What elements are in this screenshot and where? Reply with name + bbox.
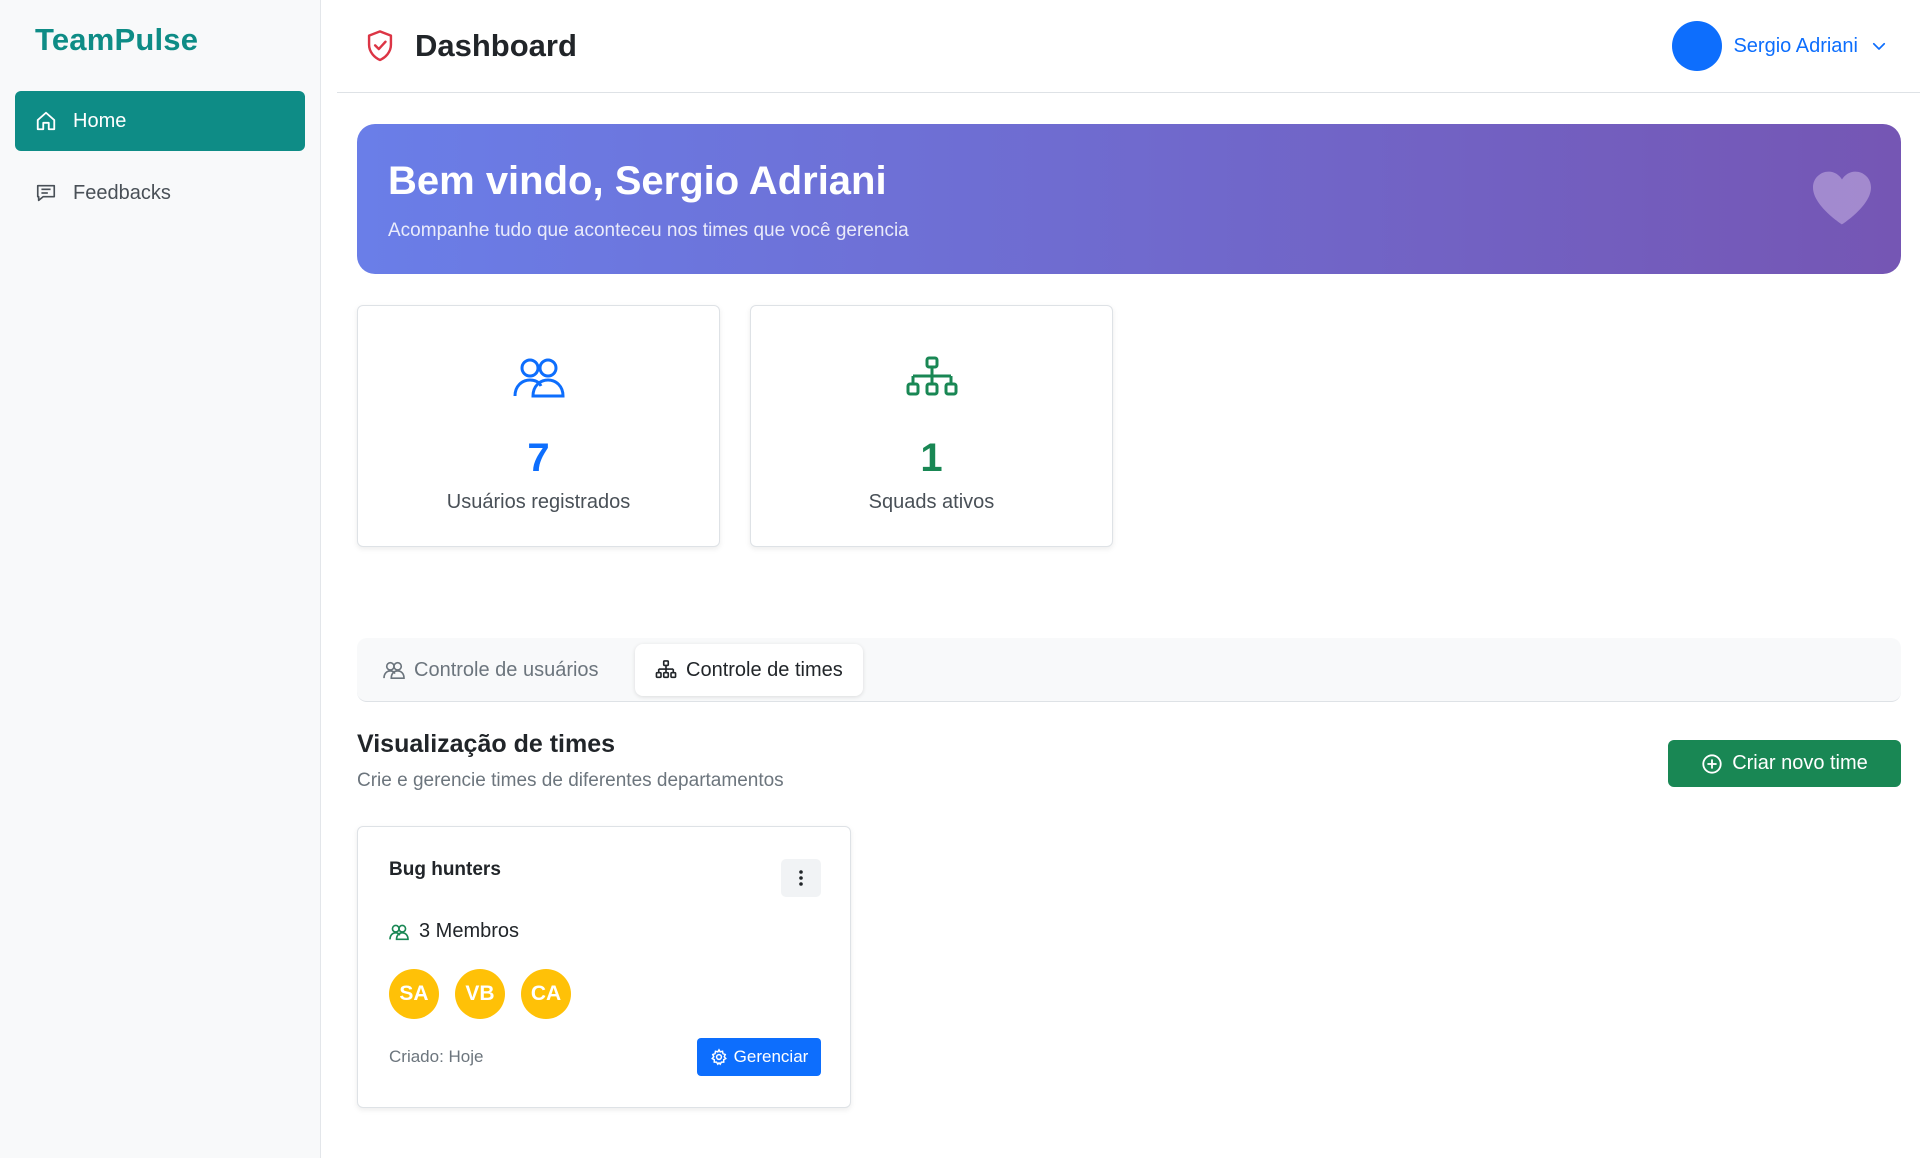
member-avatars: SA VB CA bbox=[389, 969, 587, 1019]
manage-label: Gerenciar bbox=[733, 1047, 809, 1066]
sidebar: TeamPulse Home Feedbacks bbox=[0, 0, 321, 1158]
member-avatar[interactable]: SA bbox=[389, 969, 439, 1019]
brand-logo[interactable]: TeamPulse bbox=[35, 22, 198, 58]
page-title: Dashboard bbox=[415, 28, 577, 63]
sidebar-item-feedbacks[interactable]: Feedbacks bbox=[15, 163, 305, 223]
more-options-button[interactable] bbox=[781, 859, 821, 897]
top-header: Dashboard Sergio Adriani bbox=[337, 0, 1920, 93]
member-avatar[interactable]: VB bbox=[455, 969, 505, 1019]
team-card: Bug hunters 3 Membros SA VB CA Criado: H… bbox=[357, 826, 851, 1108]
sidebar-item-label: Feedbacks bbox=[73, 181, 171, 204]
org-chart-icon bbox=[906, 356, 957, 396]
create-team-button[interactable]: Criar novo time bbox=[1668, 740, 1901, 787]
chat-icon bbox=[35, 182, 57, 204]
tab-team-control[interactable]: Controle de times bbox=[635, 644, 863, 696]
gear-icon bbox=[710, 1048, 727, 1066]
stat-card-users: 7 Usuários registrados bbox=[357, 305, 720, 547]
tabs-bar: Controle de usuários Controle de times bbox=[357, 638, 1901, 702]
plus-circle-icon bbox=[1702, 753, 1722, 774]
create-team-label: Criar novo time bbox=[1732, 752, 1868, 774]
stat-value: 7 bbox=[527, 436, 550, 480]
team-created-date: Criado: Hoje bbox=[389, 1047, 484, 1066]
users-icon bbox=[389, 924, 409, 940]
org-chart-icon bbox=[655, 660, 677, 680]
user-menu[interactable]: Sergio Adriani bbox=[1672, 21, 1888, 71]
welcome-subtitle: Acompanhe tudo que aconteceu nos times q… bbox=[388, 220, 909, 241]
section-title: Visualização de times bbox=[357, 730, 615, 758]
tab-label: Controle de times bbox=[686, 658, 843, 681]
team-name: Bug hunters bbox=[389, 859, 501, 880]
tab-label: Controle de usuários bbox=[414, 658, 599, 681]
member-avatar[interactable]: CA bbox=[521, 969, 571, 1019]
kebab-icon bbox=[799, 870, 803, 886]
stat-value: 1 bbox=[920, 436, 943, 480]
home-icon bbox=[35, 110, 57, 132]
team-members-count: 3 Membros bbox=[389, 920, 519, 943]
users-icon bbox=[383, 660, 405, 680]
shield-icon bbox=[367, 30, 393, 62]
header-title-group: Dashboard bbox=[365, 28, 577, 64]
stat-label: Usuários registrados bbox=[446, 491, 631, 513]
heart-icon bbox=[1813, 171, 1871, 225]
chevron-down-icon[interactable] bbox=[1870, 37, 1888, 55]
stat-label: Squads ativos bbox=[868, 491, 995, 513]
user-name[interactable]: Sergio Adriani bbox=[1733, 35, 1858, 58]
members-label: 3 Membros bbox=[419, 920, 520, 942]
avatar[interactable] bbox=[1672, 21, 1723, 71]
users-icon bbox=[513, 358, 565, 398]
sidebar-item-home[interactable]: Home bbox=[15, 91, 305, 151]
sidebar-item-label: Home bbox=[73, 109, 127, 132]
section-subtitle: Crie e gerencie times de diferentes depa… bbox=[357, 770, 784, 791]
stat-card-squads: 1 Squads ativos bbox=[750, 305, 1113, 547]
tab-user-control[interactable]: Controle de usuários bbox=[363, 644, 619, 696]
manage-team-button[interactable]: Gerenciar bbox=[697, 1038, 821, 1076]
welcome-title: Bem vindo, Sergio Adriani bbox=[388, 159, 887, 203]
welcome-banner: Bem vindo, Sergio Adriani Acompanhe tudo… bbox=[357, 124, 1901, 274]
